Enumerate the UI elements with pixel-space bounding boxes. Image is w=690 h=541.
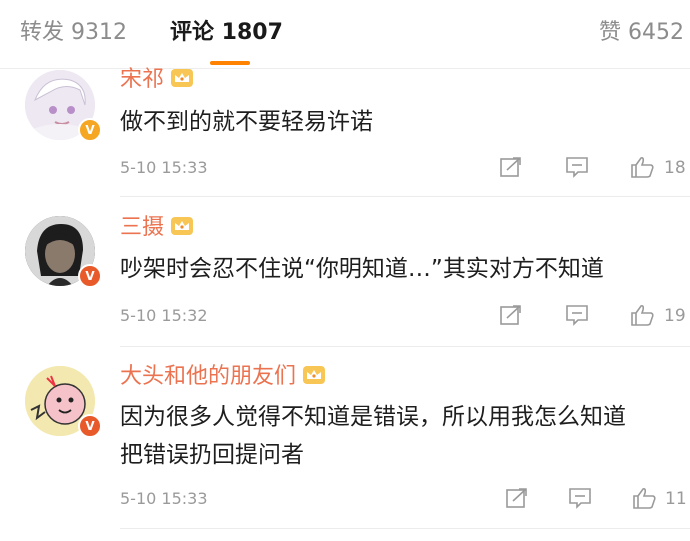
reply-icon[interactable] [564, 303, 590, 327]
comment-text: 把错误扔回提问者 [120, 442, 304, 468]
comment-username[interactable]: 三摄 [120, 214, 194, 242]
comment-divider [120, 528, 690, 529]
tab-likes[interactable]: 赞 6452 [599, 18, 684, 48]
like-icon[interactable] [632, 486, 658, 510]
crown-icon [303, 366, 326, 384]
tab-comments[interactable]: 评论 1807 [170, 18, 283, 48]
username-text: 宋祁 [120, 67, 165, 92]
comment-text: 做不到的就不要轻易许诺 [120, 109, 373, 135]
reply-icon[interactable] [564, 155, 590, 179]
comment-text: 因为很多人觉得不知道是错误，所以用我怎么知道 [120, 404, 626, 430]
repost-icon[interactable] [504, 486, 530, 510]
crown-icon [171, 217, 194, 235]
comment-username[interactable]: 大头和他的朋友们 [120, 363, 326, 391]
tabs-divider [0, 68, 690, 69]
like-count: 11 [665, 489, 687, 509]
reply-icon[interactable] [567, 486, 593, 510]
tab-repost[interactable]: 转发 9312 [20, 18, 127, 48]
verified-badge-icon: V [78, 264, 102, 288]
username-text: 三摄 [120, 215, 165, 240]
comment-time: 5-10 15:32 [120, 306, 208, 325]
comment-username[interactable]: 宋祁 [120, 66, 194, 94]
verified-badge-icon: V [78, 414, 102, 438]
repost-icon[interactable] [498, 303, 524, 327]
like-count: 18 [664, 158, 686, 178]
like-icon[interactable] [630, 303, 656, 327]
like-icon[interactable] [630, 155, 656, 179]
like-count: 19 [664, 306, 686, 326]
username-text: 大头和他的朋友们 [120, 364, 297, 389]
comment-divider [120, 346, 690, 347]
verified-badge-icon: V [78, 118, 102, 142]
active-tab-indicator [210, 61, 250, 65]
comment-tabs: 转发 9312 评论 1807 赞 6452 [0, 0, 690, 70]
comment-divider [120, 196, 690, 197]
comment-time: 5-10 15:33 [120, 158, 208, 177]
crown-icon [171, 69, 194, 87]
comment-text: 吵架时会忍不住说“你明知道…”其实对方不知道 [120, 256, 604, 282]
repost-icon[interactable] [498, 155, 524, 179]
comment-time: 5-10 15:33 [120, 489, 208, 508]
